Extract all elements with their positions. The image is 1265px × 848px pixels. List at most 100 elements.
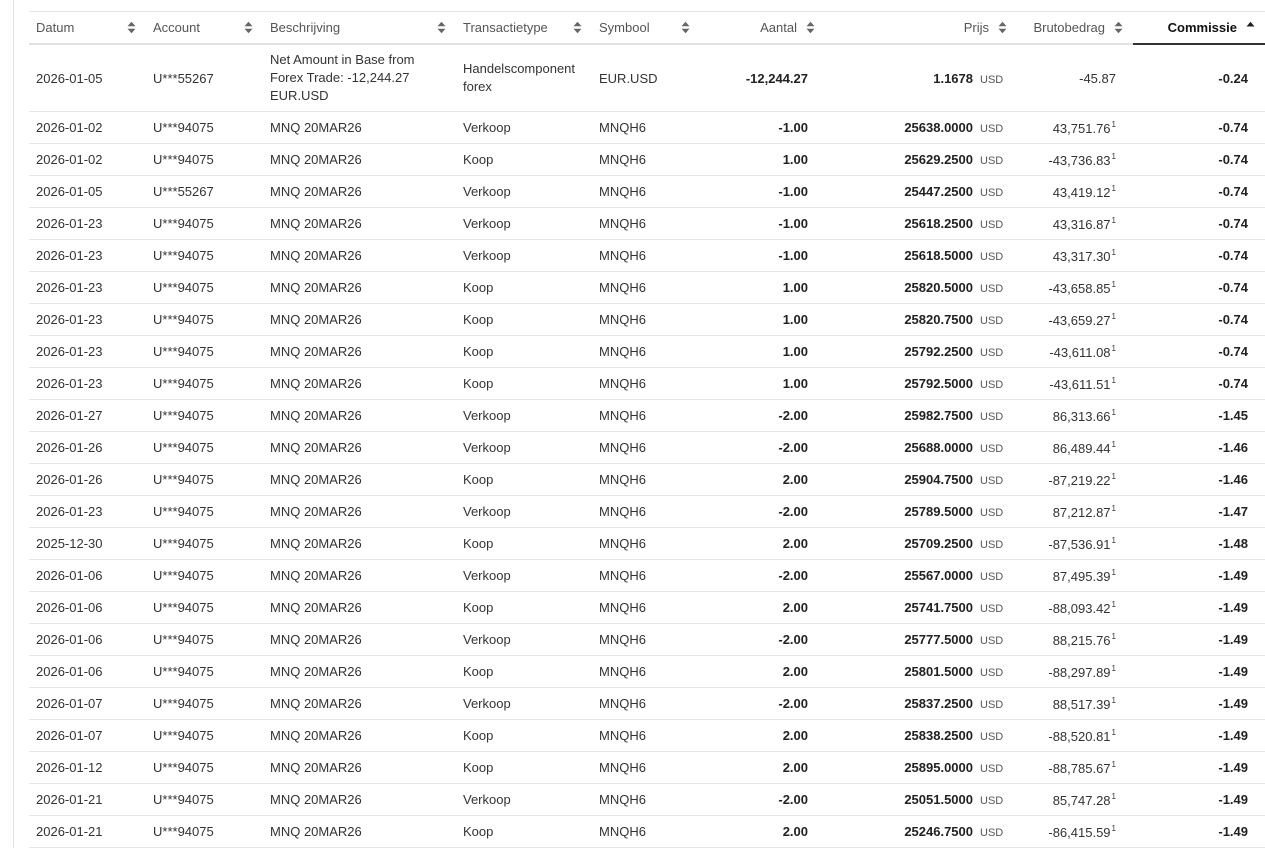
cell-price: 25638.0000 USD (825, 111, 1017, 144)
sort-both-icon[interactable] (681, 21, 690, 34)
cell-quantity: 2.00 (700, 815, 825, 848)
cell-commission: -0.24 (1133, 44, 1265, 112)
cell-transaction-type: Koop (456, 271, 592, 304)
footnote-marker[interactable]: 1 (1112, 248, 1116, 257)
footnote-marker[interactable]: 1 (1112, 632, 1116, 641)
column-header-gross[interactable]: Brutobedrag (1017, 11, 1133, 45)
price-value: 25741.7500 (904, 600, 973, 615)
cell-quantity: 1.00 (700, 367, 825, 400)
footnote-marker[interactable]: 1 (1112, 312, 1116, 321)
gross-value: 86,313.66 (1052, 408, 1111, 424)
column-header-type[interactable]: Transactietype (456, 11, 592, 45)
column-header-price[interactable]: Prijs (825, 11, 1017, 45)
footnote-marker[interactable]: 1 (1112, 568, 1116, 577)
cell-transaction-type: Koop (456, 719, 592, 752)
cell-description: MNQ 20MAR26 (263, 431, 456, 464)
cell-symbol: MNQH6 (592, 143, 700, 176)
cell-date: 2026-01-06 (29, 559, 146, 592)
cell-description: MNQ 20MAR26 (263, 655, 456, 688)
footnote-marker[interactable]: 1 (1112, 472, 1116, 481)
column-label: Account (153, 20, 200, 35)
footnote-marker[interactable]: 1 (1112, 184, 1116, 193)
cell-gross-amount: -45.87 (1017, 44, 1133, 112)
sort-both-icon[interactable] (998, 21, 1007, 34)
cell-date: 2026-01-05 (29, 44, 146, 112)
column-header-commission[interactable]: Commissie (1133, 11, 1265, 45)
footnote-marker[interactable]: 1 (1112, 216, 1116, 225)
cell-transaction-type: Koop (456, 655, 592, 688)
gross-value: 87,212.87 (1052, 504, 1111, 520)
cell-account: U***94075 (146, 559, 263, 592)
cell-account: U***94075 (146, 303, 263, 336)
sort-both-icon[interactable] (573, 21, 582, 34)
table-row: 2026-01-07 U***94075 MNQ 20MAR26 Verkoop MNQ… (29, 687, 1265, 720)
cell-symbol: MNQH6 (592, 271, 700, 304)
footnote-marker[interactable]: 1 (1112, 504, 1116, 513)
cell-commission: -0.74 (1133, 111, 1265, 144)
cell-commission: -1.49 (1133, 719, 1265, 752)
column-header-description[interactable]: Beschrijving (263, 11, 456, 45)
price-currency: USD (980, 507, 1004, 519)
sort-both-icon[interactable] (1114, 21, 1123, 34)
footnote-marker[interactable]: 1 (1112, 824, 1116, 833)
table-row: 2025-12-30 U***94075 MNQ 20MAR26 Koop MNQH6 2… (29, 527, 1265, 560)
cell-commission: -0.74 (1133, 271, 1265, 304)
gross-value: -43,659.27 (1048, 312, 1111, 328)
cell-transaction-type: Verkoop (456, 431, 592, 464)
cell-gross-amount: 43,316.871 (1017, 207, 1133, 240)
gross-value: 43,316.87 (1052, 216, 1111, 232)
footnote-marker[interactable]: 1 (1112, 376, 1116, 385)
gross-value: -86,415.59 (1048, 824, 1111, 840)
cell-date: 2026-01-23 (29, 239, 146, 272)
footnote-marker[interactable]: 1 (1112, 600, 1116, 609)
cell-date: 2026-01-07 (29, 687, 146, 720)
sort-ascending-icon[interactable] (1246, 21, 1255, 34)
table-row: 2026-01-05 U***55267 Net Amount in Base fr… (29, 44, 1265, 112)
gross-value: 43,751.76 (1052, 120, 1111, 136)
cell-symbol: MNQH6 (592, 623, 700, 656)
cell-quantity: -1.00 (700, 239, 825, 272)
cell-symbol: EUR.USD (592, 44, 700, 112)
footnote-marker[interactable]: 1 (1112, 696, 1116, 705)
price-currency: USD (980, 731, 1004, 743)
table-row: 2026-01-23 U***94075 MNQ 20MAR26 Koop MNQH6 1… (29, 303, 1265, 336)
sort-both-icon[interactable] (127, 21, 136, 34)
cell-date: 2026-01-02 (29, 143, 146, 176)
gross-value: -88,520.81 (1048, 728, 1111, 744)
footnote-marker[interactable]: 1 (1112, 792, 1116, 801)
sort-both-icon[interactable] (806, 21, 815, 34)
column-header-quantity[interactable]: Aantal (700, 11, 825, 45)
footnote-marker[interactable]: 1 (1112, 536, 1116, 545)
column-header-account[interactable]: Account (146, 11, 263, 45)
footnote-marker[interactable]: 1 (1112, 152, 1116, 161)
cell-account: U***94075 (146, 591, 263, 624)
cell-symbol: MNQH6 (592, 687, 700, 720)
cell-transaction-type: Koop (456, 335, 592, 368)
footnote-marker[interactable]: 1 (1112, 664, 1116, 673)
cell-date: 2026-01-02 (29, 111, 146, 144)
column-header-symbol[interactable]: Symbool (592, 11, 700, 45)
footnote-marker[interactable]: 1 (1112, 344, 1116, 353)
cell-symbol: MNQH6 (592, 527, 700, 560)
cell-date: 2026-01-26 (29, 431, 146, 464)
cell-date: 2025-12-30 (29, 527, 146, 560)
footnote-marker[interactable]: 1 (1112, 120, 1116, 129)
footnote-marker[interactable]: 1 (1112, 440, 1116, 449)
cell-date: 2026-01-06 (29, 591, 146, 624)
price-value: 1.1678 (933, 70, 973, 86)
gross-value: -43,658.85 (1048, 280, 1111, 296)
cell-date: 2026-01-21 (29, 815, 146, 848)
price-value: 25801.5000 (904, 664, 973, 679)
cell-gross-amount: -88,297.891 (1017, 655, 1133, 688)
column-label: Datum (36, 20, 75, 35)
footnote-marker[interactable]: 1 (1112, 728, 1116, 737)
sort-both-icon[interactable] (437, 21, 446, 34)
price-currency: USD (980, 763, 1004, 775)
cell-description: MNQ 20MAR26 (263, 815, 456, 848)
footnote-marker[interactable]: 1 (1112, 408, 1116, 417)
footnote-marker[interactable]: 1 (1112, 280, 1116, 289)
footnote-marker[interactable]: 1 (1112, 760, 1116, 769)
column-header-date[interactable]: Datum (29, 11, 146, 45)
price-value: 25618.2500 (904, 216, 973, 231)
sort-both-icon[interactable] (244, 21, 253, 34)
